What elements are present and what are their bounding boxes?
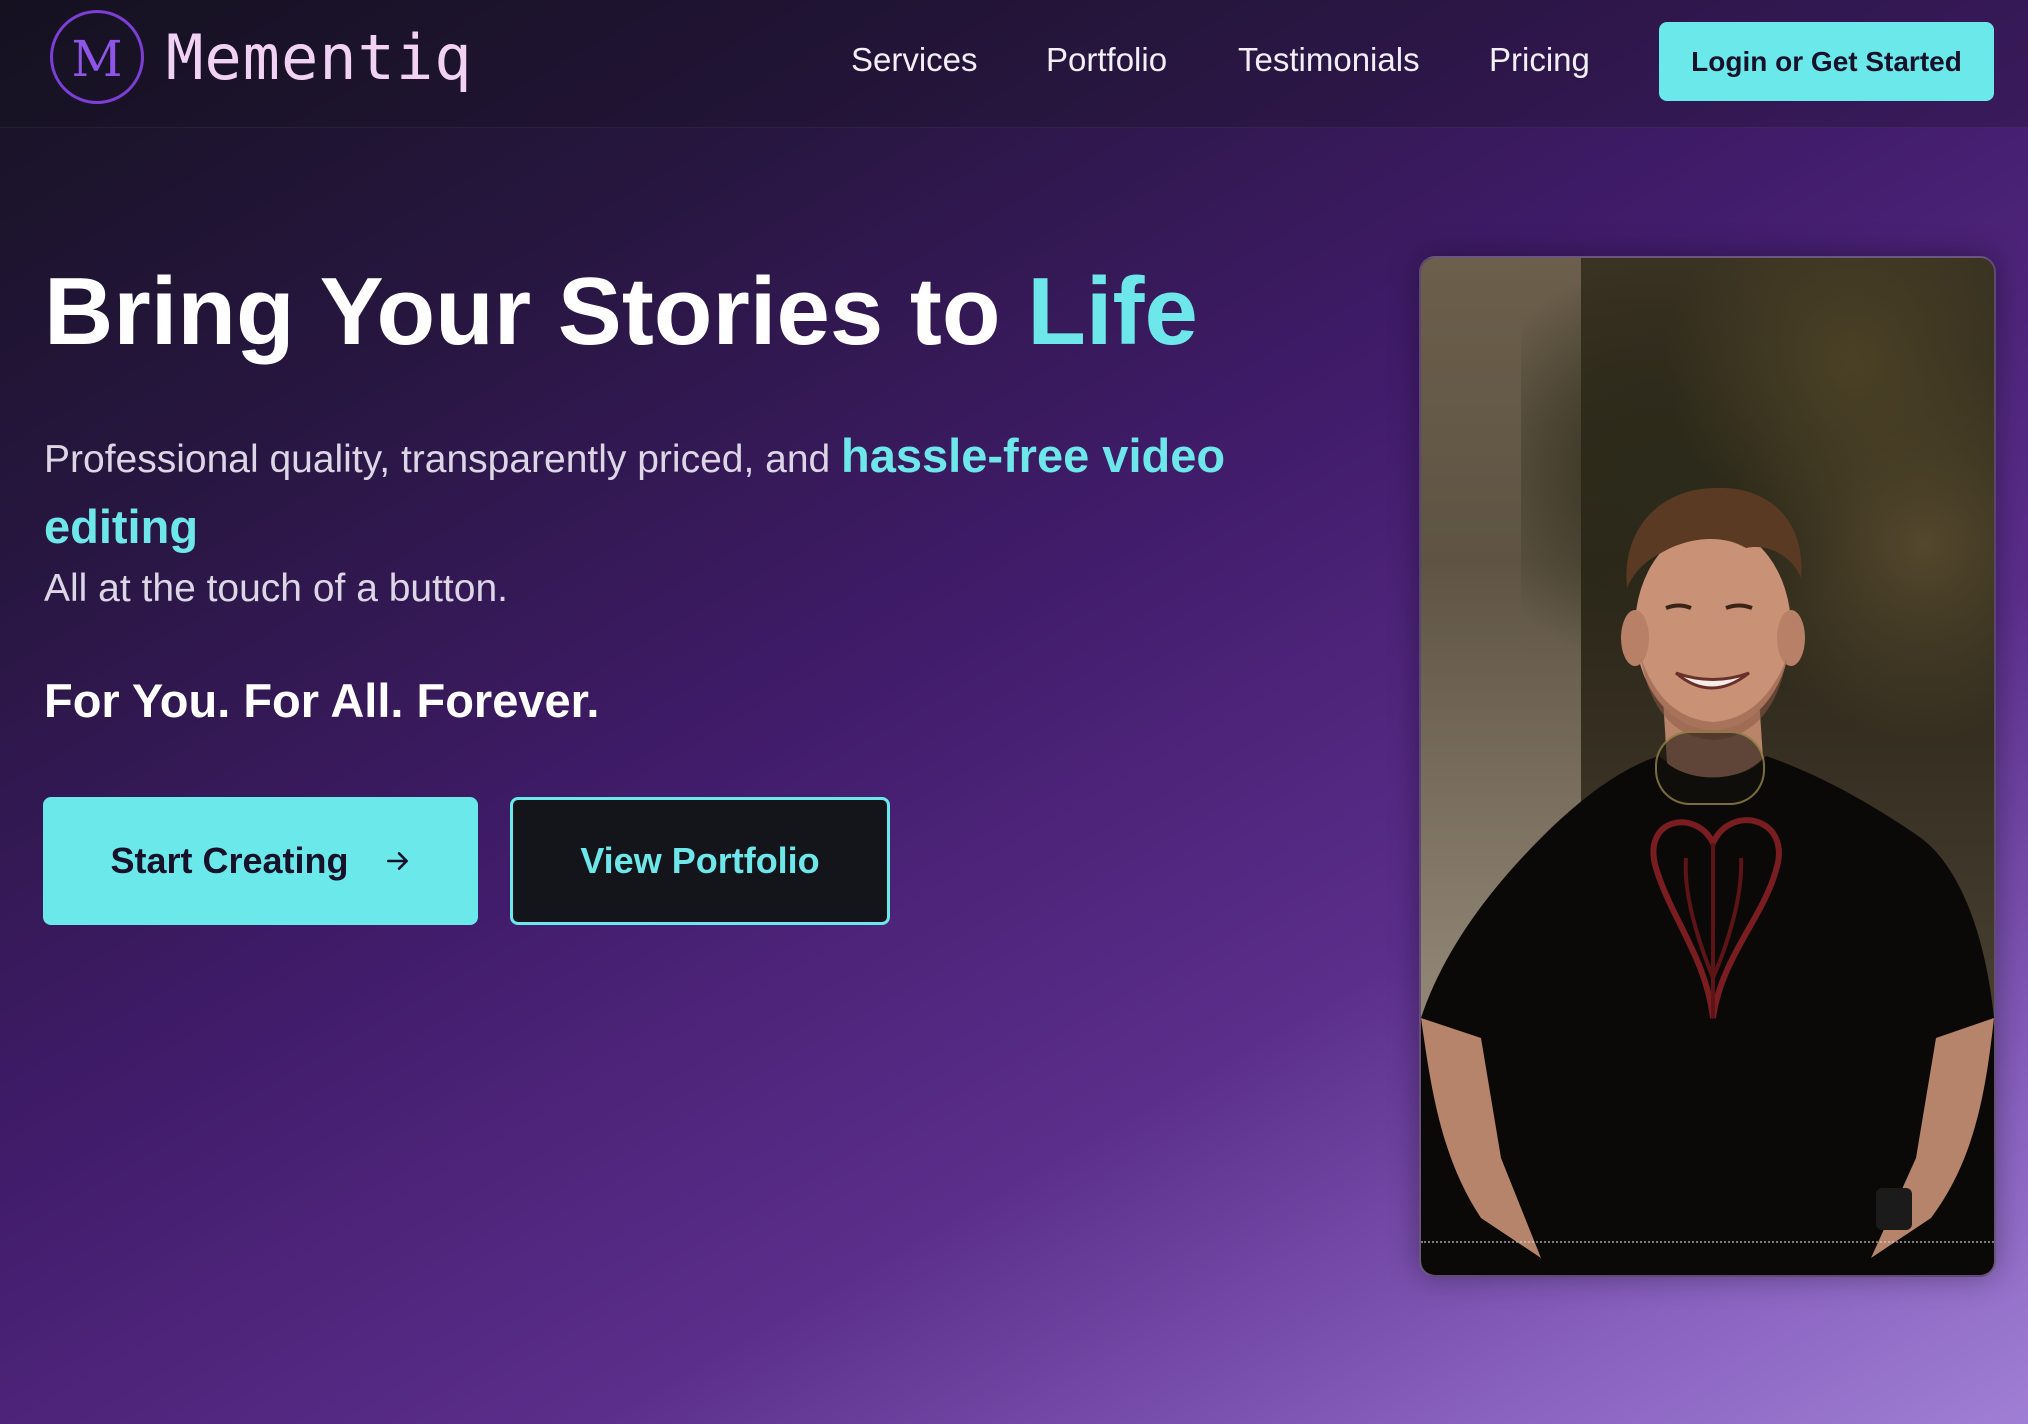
hero-subtitle: Professional quality, transparently pric… — [44, 422, 1234, 564]
start-creating-label: Start Creating — [110, 840, 349, 881]
arrow-right-icon — [386, 852, 408, 870]
hero-tagline: For You. For All. Forever. — [44, 674, 600, 727]
play-icon[interactable] — [1655, 731, 1765, 805]
start-creating-button[interactable]: Start Creating — [43, 797, 478, 925]
nav-link-testimonials[interactable]: Testimonials — [1238, 38, 1420, 82]
hero-title-accent: Life — [1027, 258, 1198, 365]
hero-title-main: Bring Your Stories to — [44, 258, 1028, 365]
logo-letter: M — [71, 30, 123, 88]
hero-title: Bring Your Stories to Life — [44, 252, 1198, 372]
nav-link-pricing[interactable]: Pricing — [1489, 38, 1590, 82]
nav-link-portfolio[interactable]: Portfolio — [1046, 38, 1167, 82]
view-portfolio-button[interactable]: View Portfolio — [510, 797, 890, 925]
brand-name[interactable]: Mementiq — [166, 14, 473, 102]
video-player[interactable] — [1419, 256, 1996, 1277]
video-progress-track[interactable] — [1421, 1241, 1994, 1243]
hero-subtitle-text: Professional quality, transparently pric… — [44, 438, 842, 481]
hero-subtitle-line2: All at the touch of a button. — [44, 567, 508, 610]
login-button[interactable]: Login or Get Started — [1659, 22, 1994, 101]
navbar: M Mementiq Services Portfolio Testimonia… — [0, 0, 2028, 128]
nav-link-services[interactable]: Services — [851, 38, 978, 82]
logo-icon[interactable]: M — [50, 10, 144, 104]
